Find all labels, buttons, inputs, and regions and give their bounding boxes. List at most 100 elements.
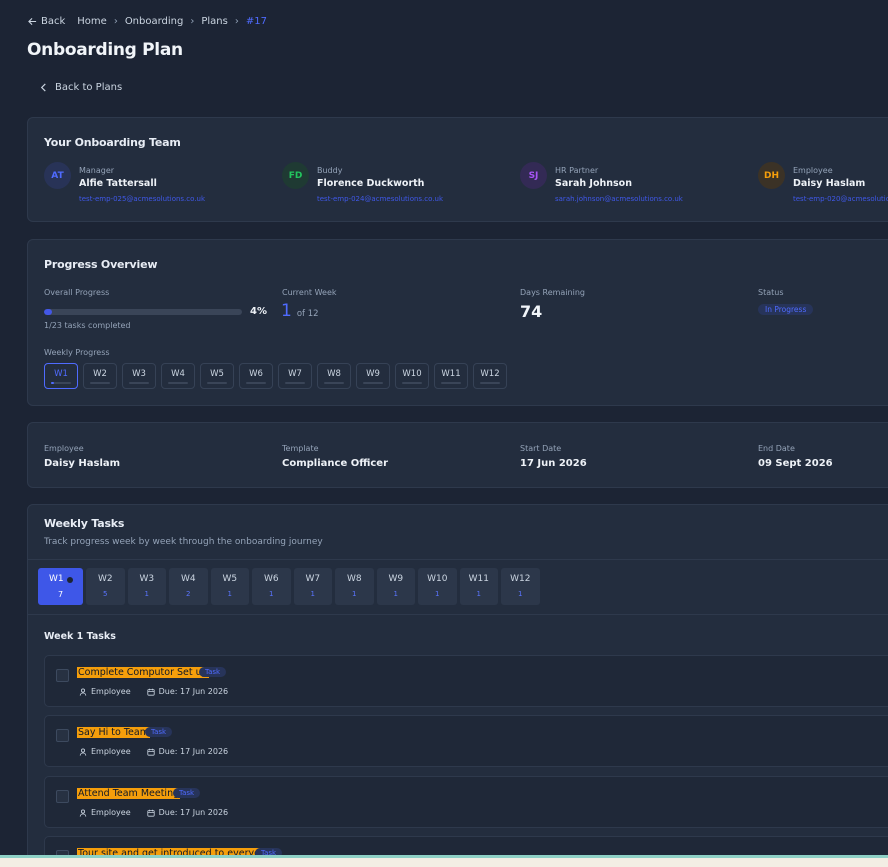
back-to-plans-label: Back to Plans (55, 82, 123, 93)
week-progress-pill-w3[interactable]: W3 (122, 363, 156, 389)
week-tab-w2[interactable]: W2 5 (86, 568, 125, 605)
week-progress-pill-w9[interactable]: W9 (356, 363, 390, 389)
week-tab-w11[interactable]: W11 1 (459, 568, 498, 605)
task-item[interactable]: Say Hi to Team Task Employee Due: 17 Jun… (44, 715, 888, 767)
week-tab-w6[interactable]: W6 1 (252, 568, 291, 605)
days-remaining-label: Days Remaining (520, 288, 585, 297)
weekly-progress-pills: W1 W2 W3 W4 W5 W6 W7 W8 W9 W10 W11 W12 (44, 363, 507, 389)
chevron-right-icon: › (113, 16, 118, 27)
current-week-value: 1 of 12 (281, 301, 319, 321)
week-tab-w7[interactable]: W7 1 (293, 568, 332, 605)
task-item[interactable]: Attend Team Meeting Task Employee Due: 1… (44, 776, 888, 828)
week-tabs: W1 7 W2 5 W3 1 W4 2 W5 1 W6 1 W7 1 W8 1 W9 1 W10 1… (38, 568, 540, 605)
current-week-total: of 12 (296, 309, 319, 319)
back-link[interactable]: Back (28, 16, 65, 27)
task-item[interactable]: Complete Computor Set up Task Employee D… (44, 655, 888, 707)
week-progress-pill-w5[interactable]: W5 (200, 363, 234, 389)
user-icon (79, 688, 87, 696)
week-progress-pill-w2[interactable]: W2 (83, 363, 117, 389)
member-role: Employee (793, 166, 833, 175)
user-icon (79, 809, 87, 817)
week-tab-w5[interactable]: W5 1 (210, 568, 249, 605)
week-progress-pill-w12[interactable]: W12 (473, 363, 507, 389)
week-progress-pill-w7[interactable]: W7 (278, 363, 312, 389)
breadcrumb-plans[interactable]: Plans (201, 16, 227, 27)
arrow-left-icon (28, 17, 37, 26)
calendar-icon (147, 748, 155, 756)
chevron-right-icon: › (234, 16, 239, 27)
week-tab-w12[interactable]: W12 1 (501, 568, 540, 605)
bottom-strip (0, 855, 888, 867)
task-type-badge: Task (173, 788, 201, 798)
member-name: Daisy Haslam (793, 178, 866, 189)
week-progress-pill-w4[interactable]: W4 (161, 363, 195, 389)
member-email-link[interactable]: test-emp-024@acmesolutions.co.uk (317, 195, 443, 203)
task-meta: Employee Due: 17 Jun 2026 (79, 808, 228, 817)
end-date-value: 09 Sept 2026 (758, 458, 833, 469)
breadcrumb-current: #17 (245, 16, 267, 27)
week-tab-w8[interactable]: W8 1 (335, 568, 374, 605)
chevron-left-icon (40, 83, 46, 92)
week-tab-w10[interactable]: W10 1 (418, 568, 457, 605)
weekly-tasks-title: Weekly Tasks (44, 517, 125, 530)
employee-label: Employee (44, 444, 84, 453)
overall-progress-label: Overall Progress (44, 288, 110, 297)
week-tasks-title: Week 1 Tasks (44, 631, 116, 642)
week-progress-pill-w10[interactable]: W10 (395, 363, 429, 389)
week-tab-w4[interactable]: W4 2 (169, 568, 208, 605)
week-progress-pill-w11[interactable]: W11 (434, 363, 468, 389)
task-assignee: Employee (91, 747, 131, 756)
member-role: Manager (79, 166, 115, 175)
back-to-plans-button[interactable]: Back to Plans (40, 82, 122, 93)
breadcrumb-home[interactable]: Home (77, 16, 107, 27)
current-week-number: 1 (281, 301, 292, 321)
member-name: Alfie Tattersall (79, 178, 157, 189)
progress-overview-card: Progress Overview Overall Progress 4% 1/… (27, 239, 888, 406)
team-member-buddy: FD Buddy Florence Duckworth test-emp-024… (282, 162, 512, 206)
team-member-employee: DH Employee Daisy Haslam test-emp-020@ac… (758, 162, 888, 206)
template-label: Template (282, 444, 319, 453)
onboarding-team-card: Your Onboarding Team AT Manager Alfie Ta… (27, 117, 888, 222)
weekly-progress-label: Weekly Progress (44, 348, 110, 357)
member-email-link[interactable]: test-emp-025@acmesolutions.co.uk (79, 195, 205, 203)
page-title: Onboarding Plan (27, 40, 183, 60)
overall-progress-percent: 4% (250, 306, 267, 317)
chevron-right-icon: › (190, 16, 195, 27)
tasks-completed-text: 1/23 tasks completed (44, 321, 131, 330)
status-badge: In Progress (758, 304, 814, 315)
task-assignee: Employee (91, 808, 131, 817)
week-tab-w9[interactable]: W9 1 (376, 568, 415, 605)
start-date-value: 17 Jun 2026 (520, 458, 587, 469)
template-value: Compliance Officer (282, 458, 388, 469)
member-email-link[interactable]: test-emp-020@acmesolutions.co.uk (793, 195, 888, 203)
team-member-manager: AT Manager Alfie Tattersall test-emp-025… (44, 162, 274, 206)
task-due-date: Due: 17 Jun 2026 (158, 747, 229, 756)
week-tab-w3[interactable]: W3 1 (127, 568, 166, 605)
breadcrumb: Back Home › Onboarding › Plans › #17 (28, 16, 267, 27)
week-progress-pill-w1[interactable]: W1 (44, 363, 78, 389)
team-member-hr-partner: SJ HR Partner Sarah Johnson sarah.johnso… (520, 162, 750, 206)
end-date-label: End Date (758, 444, 795, 453)
week-progress-pill-w8[interactable]: W8 (317, 363, 351, 389)
weekly-tasks-card: Weekly Tasks Track progress week by week… (27, 504, 888, 867)
task-checkbox[interactable] (56, 669, 69, 682)
user-icon (79, 748, 87, 756)
current-week-dot (67, 577, 73, 583)
calendar-icon (147, 688, 155, 696)
member-name: Florence Duckworth (317, 178, 425, 189)
task-checkbox[interactable] (56, 790, 69, 803)
task-title: Attend Team Meeting (77, 788, 181, 799)
week-progress-pill-w6[interactable]: W6 (239, 363, 273, 389)
progress-fill (44, 309, 52, 315)
avatar: DH (758, 162, 785, 189)
divider (28, 614, 888, 615)
breadcrumb-onboarding[interactable]: Onboarding (125, 16, 184, 27)
task-type-badge: Task (199, 667, 227, 677)
plan-details-card: Employee Daisy Haslam Template Complianc… (27, 422, 888, 488)
week-tab-w1[interactable]: W1 7 (38, 568, 83, 605)
task-meta: Employee Due: 17 Jun 2026 (79, 747, 228, 756)
days-remaining-value: 74 (520, 302, 543, 321)
task-checkbox[interactable] (56, 729, 69, 742)
member-email-link[interactable]: sarah.johnson@acmesolutions.co.uk (555, 195, 683, 203)
avatar: FD (282, 162, 309, 189)
